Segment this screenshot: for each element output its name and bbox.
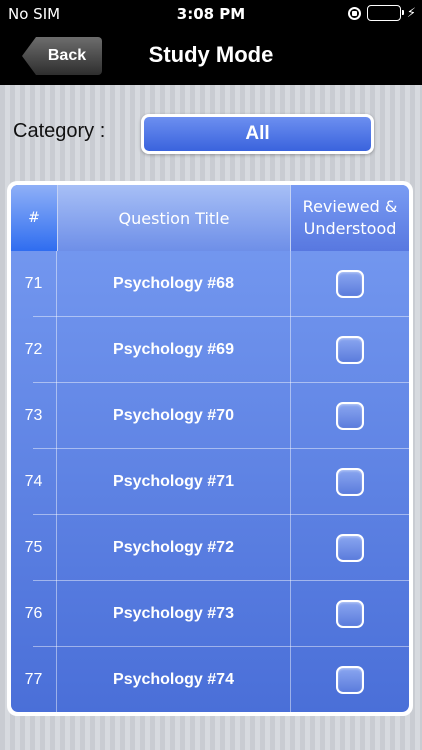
row-number: 73 <box>11 383 57 449</box>
row-reviewed-cell <box>291 317 409 383</box>
row-question-title: Psychology #68 <box>57 251 291 317</box>
navigation-bar: Back Study Mode <box>0 28 422 85</box>
reviewed-checkbox[interactable] <box>336 402 364 430</box>
row-number: 74 <box>11 449 57 515</box>
page-title: Study Mode <box>148 42 274 67</box>
reviewed-checkbox[interactable] <box>336 534 364 562</box>
question-table-inner: # Question Title Reviewed & Understood 71… <box>11 185 409 712</box>
header-question-title[interactable]: Question Title <box>57 185 291 251</box>
header-reviewed-label: Reviewed & Understood <box>303 196 398 239</box>
row-reviewed-cell <box>291 449 409 515</box>
header-reviewed-line2: Understood <box>303 219 397 238</box>
row-reviewed-cell <box>291 251 409 317</box>
row-reviewed-cell <box>291 647 409 712</box>
table-row[interactable]: 74 Psychology #71 <box>11 449 409 515</box>
table-row[interactable]: 73 Psychology #70 <box>11 383 409 449</box>
row-number: 71 <box>11 251 57 317</box>
row-question-title: Psychology #74 <box>57 647 291 712</box>
header-number[interactable]: # <box>11 185 57 251</box>
table-row[interactable]: 71 Psychology #68 <box>11 251 409 317</box>
table-row[interactable]: 72 Psychology #69 <box>11 317 409 383</box>
reviewed-checkbox[interactable] <box>336 270 364 298</box>
row-number: 77 <box>11 647 57 712</box>
rotation-lock-icon <box>347 6 361 20</box>
row-question-title: Psychology #70 <box>57 383 291 449</box>
row-number: 75 <box>11 515 57 581</box>
header-reviewed[interactable]: Reviewed & Understood <box>291 185 409 251</box>
reviewed-checkbox[interactable] <box>336 600 364 628</box>
battery-icon <box>366 5 404 21</box>
category-select-button[interactable]: All <box>141 114 374 154</box>
row-question-title: Psychology #72 <box>57 515 291 581</box>
row-question-title: Psychology #69 <box>57 317 291 383</box>
row-number: 72 <box>11 317 57 383</box>
row-number: 76 <box>11 581 57 647</box>
status-right-group: ⚡ <box>347 5 416 21</box>
table-row[interactable]: 76 Psychology #73 <box>11 581 409 647</box>
header-reviewed-line1: Reviewed & <box>302 197 398 217</box>
row-reviewed-cell <box>291 581 409 647</box>
reviewed-checkbox[interactable] <box>336 666 364 694</box>
question-table: # Question Title Reviewed & Understood 71… <box>7 181 413 716</box>
table-row[interactable]: 77 Psychology #74 <box>11 647 409 712</box>
row-question-title: Psychology #73 <box>57 581 291 647</box>
reviewed-checkbox[interactable] <box>336 468 364 496</box>
row-reviewed-cell <box>291 383 409 449</box>
status-bar: No SIM 3:08 PM ⚡ <box>0 0 422 28</box>
category-label: Category : <box>13 120 106 142</box>
table-row[interactable]: 75 Psychology #72 <box>11 515 409 581</box>
row-reviewed-cell <box>291 515 409 581</box>
charging-icon: ⚡ <box>406 5 416 21</box>
reviewed-checkbox[interactable] <box>336 336 364 364</box>
table-header: # Question Title Reviewed & Understood <box>11 185 409 251</box>
row-question-title: Psychology #71 <box>57 449 291 515</box>
